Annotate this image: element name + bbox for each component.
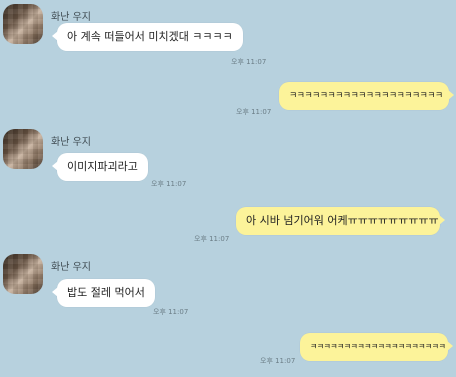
message-time: 오후 11:07 — [236, 108, 272, 116]
message-bubble-outgoing[interactable]: ㅋㅋㅋㅋㅋㅋㅋㅋㅋㅋㅋㅋㅋㅋㅋㅋㅋㅋㅋㅋ — [279, 82, 454, 110]
sender-avatar[interactable] — [3, 254, 43, 294]
message-bubble[interactable]: 아 계속 떠들어서 미치겠대 ㅋㅋㅋㅋ — [52, 23, 243, 51]
sender-name: 화난 우지 — [51, 12, 91, 23]
message-time: 오후 11:07 — [151, 180, 187, 188]
message-bubble-outgoing[interactable]: ㅋㅋㅋㅋㅋㅋㅋㅋㅋㅋㅋㅋㅋㅋㅋㅋㅋㅋㅋㅋ — [300, 333, 453, 361]
message-bubble[interactable]: 이미지파괴라고 — [52, 153, 148, 181]
sender-name: 화난 우지 — [51, 262, 91, 273]
sender-avatar[interactable] — [3, 4, 43, 44]
message-bubble-outgoing[interactable]: 아 시바 넘기어워 어케ㅠㅠㅠㅠㅠㅠㅠㅠㅠ — [236, 207, 445, 235]
sender-avatar[interactable] — [3, 129, 43, 169]
message-time: 오후 11:07 — [231, 58, 267, 66]
message-bubble[interactable]: 밥도 절레 먹어서 — [52, 279, 155, 307]
sender-name: 화난 우지 — [51, 137, 91, 148]
message-time: 오후 11:07 — [194, 235, 230, 243]
chat-log: 화난 우지 아 계속 떠들어서 미치겠대 ㅋㅋㅋㅋ 오후 11:07 ㅋㅋㅋㅋㅋ… — [0, 0, 456, 377]
message-time: 오후 11:07 — [153, 308, 189, 316]
message-time: 오후 11:07 — [260, 357, 296, 365]
